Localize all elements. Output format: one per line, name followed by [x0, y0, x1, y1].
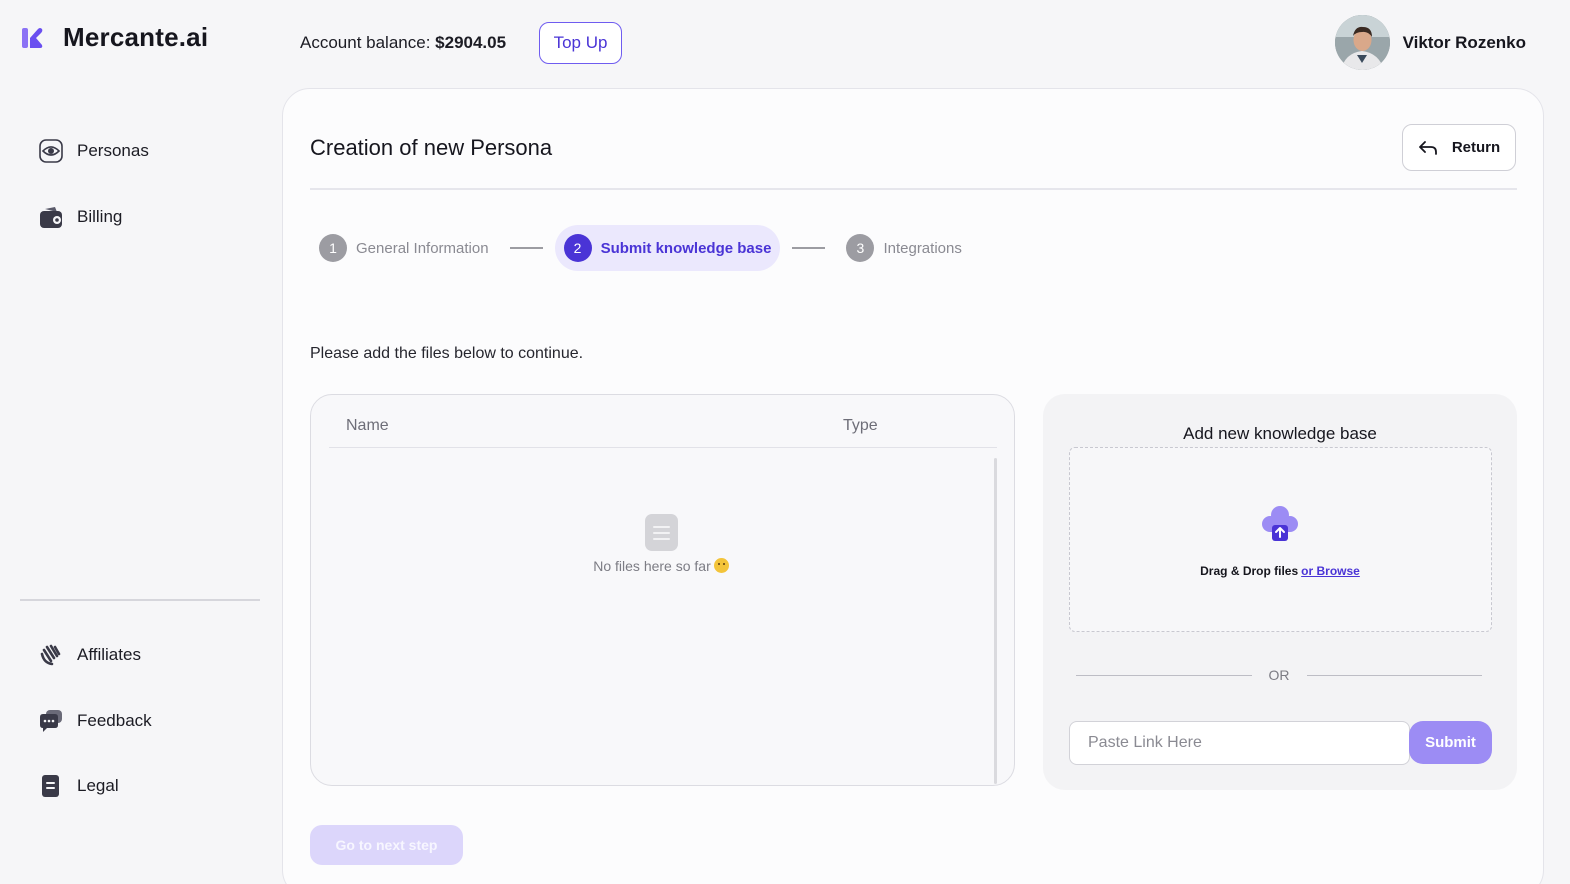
step-connector	[792, 247, 826, 249]
sidebar-item-affiliates[interactable]: Affiliates	[38, 640, 141, 670]
next-step-button[interactable]: Go to next step	[310, 825, 463, 865]
step-label: Integrations	[883, 239, 962, 257]
wallet-icon	[38, 204, 64, 230]
drop-text: Drag & Drop files or Browse	[1200, 564, 1360, 578]
balance-value: $2904.05	[435, 33, 507, 52]
sidebar-item-label: Legal	[77, 776, 119, 795]
step-submit-knowledge-base[interactable]: 2 Submit knowledge base	[554, 225, 781, 271]
step-number: 2	[563, 234, 592, 262]
waving-hand-icon	[38, 642, 64, 668]
step-connector	[509, 247, 543, 249]
sidebar-item-label: Personas	[77, 141, 149, 160]
sidebar-item-label: Affiliates	[77, 645, 141, 664]
paste-link-input[interactable]	[1069, 721, 1410, 765]
upload-title: Add new knowledge base	[1183, 424, 1377, 443]
top-up-button[interactable]: Top Up	[539, 22, 622, 64]
sidebar-item-personas[interactable]: Personas	[38, 136, 149, 166]
column-header-type[interactable]: Type	[843, 417, 878, 435]
instructions-text: Please add the files below to continue.	[310, 345, 584, 362]
chat-bubble-icon	[38, 708, 64, 734]
step-number: 3	[846, 234, 875, 262]
files-scrollbar[interactable]	[994, 458, 997, 784]
step-label: General Information	[356, 239, 489, 257]
brand-logo[interactable]: Mercante.ai	[22, 22, 208, 53]
sidebar-item-label: Feedback	[77, 711, 152, 730]
column-header-name[interactable]: Name	[346, 417, 389, 435]
brand-name: Mercante.ai	[63, 22, 209, 52]
or-label: OR	[1268, 667, 1290, 683]
or-divider: OR	[1076, 667, 1482, 683]
submit-link-button[interactable]: Submit	[1409, 721, 1492, 764]
files-table-header: Name Type	[329, 395, 997, 448]
document-icon	[38, 773, 64, 799]
file-icon	[644, 514, 678, 551]
eye-icon	[38, 138, 64, 164]
empty-state: No files here so far	[311, 514, 1011, 574]
sidebar-divider	[20, 599, 260, 601]
knowledge-base-upload-panel: Add new knowledge base Drag & Drop files…	[1043, 394, 1517, 790]
files-table: Name Type No files here so far	[310, 394, 1015, 786]
avatar	[1334, 15, 1390, 70]
return-button[interactable]: Return	[1402, 124, 1516, 171]
sidebar-item-label: Billing	[77, 207, 123, 226]
browse-link[interactable]: or Browse	[1301, 564, 1360, 578]
file-dropzone[interactable]: Drag & Drop files or Browse	[1069, 447, 1492, 632]
brand-logo-icon	[22, 27, 43, 48]
step-number: 1	[319, 234, 347, 262]
empty-state-text: No files here so far	[593, 558, 729, 574]
sidebar-item-legal[interactable]: Legal	[38, 771, 119, 801]
balance-label: Account balance:	[300, 33, 431, 52]
step-general-information[interactable]: 1 General Information	[310, 225, 498, 271]
return-button-label: Return	[1451, 139, 1501, 156]
step-integrations[interactable]: 3 Integrations	[837, 225, 970, 271]
stepper: 1 General Information 2 Submit knowledge…	[310, 225, 971, 271]
avatar-photo	[1334, 15, 1390, 70]
cloud-upload-icon	[1262, 506, 1298, 541]
title-divider	[310, 188, 1517, 190]
account-balance: Account balance: $2904.05	[300, 33, 506, 53]
sidebar-item-billing[interactable]: Billing	[38, 202, 122, 232]
user-name: Viktor Rozenko	[1402, 32, 1526, 52]
step-label: Submit knowledge base	[600, 239, 772, 257]
user-menu[interactable]: Viktor Rozenko	[1334, 15, 1526, 70]
sad-face-emoji-icon	[713, 558, 729, 573]
page-title: Creation of new Persona	[310, 135, 553, 160]
sidebar-item-feedback[interactable]: Feedback	[38, 706, 152, 736]
arrow-left-icon	[1418, 140, 1437, 155]
persona-creation-card: Creation of new Persona Return 1 General…	[282, 88, 1544, 884]
